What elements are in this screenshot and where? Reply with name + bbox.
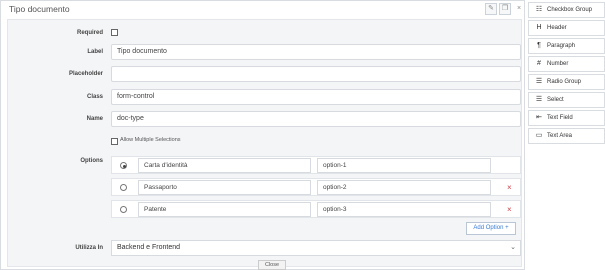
editor-title: Tipo documento: [9, 4, 70, 14]
text-area-icon: ▭: [535, 132, 543, 139]
option-value-input[interactable]: option-1: [317, 158, 491, 173]
palette-item-label: Text Area: [547, 133, 573, 139]
option-label-input[interactable]: Carta d'identità: [138, 158, 311, 173]
options-label: Options: [80, 158, 103, 164]
palette-item-label: Number: [547, 61, 569, 67]
paragraph-icon: ¶: [537, 42, 541, 49]
palette-item-checkbox-group[interactable]: ☷ Checkbox Group: [528, 2, 605, 18]
form-panel: Required Label Tipo documento Placeholde…: [7, 19, 522, 270]
option-row: Passaporto option-2 ×: [111, 178, 521, 196]
palette-item-label: Select: [547, 97, 564, 103]
label-field-label: Label: [87, 49, 103, 55]
field-editor: Tipo documento ✎ ❐ × Required Label Tipo…: [0, 0, 525, 270]
allow-multiple-checkbox[interactable]: [111, 138, 118, 145]
class-label: Class: [86, 94, 103, 100]
remove-option-icon[interactable]: ×: [507, 183, 512, 192]
option-row: Patente option-3 ×: [111, 200, 521, 218]
name-input[interactable]: doc-type: [111, 111, 521, 127]
option-value-input[interactable]: option-2: [317, 180, 491, 195]
palette-item-radio-group[interactable]: ☰ Radio Group: [528, 74, 605, 90]
remove-option-icon[interactable]: ×: [507, 205, 512, 214]
select-icon: ☰: [535, 96, 543, 103]
chevron-down-icon: ⌄: [510, 244, 516, 251]
number-icon: #: [537, 60, 541, 67]
palette-item-label: Radio Group: [547, 79, 582, 85]
used-in-label: Utilizza In: [75, 245, 103, 251]
option-radio[interactable]: [120, 206, 127, 213]
copy-icon[interactable]: ❐: [499, 3, 511, 15]
close-button[interactable]: Close: [258, 260, 286, 270]
option-label-input[interactable]: Patente: [138, 202, 311, 217]
palette-item-label: Header: [547, 25, 567, 31]
allow-multiple-label: Allow Multiple Selections: [120, 137, 181, 143]
add-option-button[interactable]: Add Option +: [466, 222, 516, 235]
option-label-input[interactable]: Passaporto: [138, 180, 311, 195]
palette-item-select[interactable]: ☰ Select: [528, 92, 605, 108]
palette-item-label: Text Field: [547, 115, 573, 121]
palette-item-paragraph[interactable]: ¶ Paragraph: [528, 38, 605, 54]
close-icon[interactable]: ×: [513, 3, 525, 15]
used-in-select[interactable]: Backend e Frontend ⌄: [111, 240, 521, 256]
label-input[interactable]: Tipo documento: [111, 44, 521, 60]
palette-item-header[interactable]: H Header: [528, 20, 605, 36]
pencil-icon[interactable]: ✎: [485, 3, 497, 15]
palette-item-label: Paragraph: [547, 43, 576, 49]
palette-item-text-area[interactable]: ▭ Text Area: [528, 128, 605, 144]
option-radio[interactable]: [120, 162, 127, 169]
field-palette: ☷ Checkbox Group H Header ¶ Paragraph # …: [528, 0, 605, 270]
option-value-input[interactable]: option-3: [317, 202, 491, 217]
palette-item-label: Checkbox Group: [547, 7, 593, 13]
radio-group-icon: ☰: [535, 78, 543, 85]
required-checkbox[interactable]: [111, 29, 118, 36]
palette-item-text-field[interactable]: ⇤ Text Field: [528, 110, 605, 126]
option-radio[interactable]: [120, 184, 127, 191]
header-icon: H: [536, 24, 542, 31]
required-label: Required: [76, 30, 103, 36]
class-input[interactable]: form-control: [111, 89, 521, 105]
name-label: Name: [86, 116, 103, 122]
editor-title-bar: Tipo documento ✎ ❐ ×: [1, 1, 524, 19]
option-row: Carta d'identità option-1: [111, 156, 521, 174]
placeholder-input[interactable]: [111, 66, 521, 82]
palette-item-number[interactable]: # Number: [528, 56, 605, 72]
used-in-value: Backend e Frontend: [117, 244, 181, 251]
checkbox-group-icon: ☷: [535, 6, 543, 13]
text-field-icon: ⇤: [536, 114, 542, 121]
placeholder-label: Placeholder: [68, 71, 103, 77]
